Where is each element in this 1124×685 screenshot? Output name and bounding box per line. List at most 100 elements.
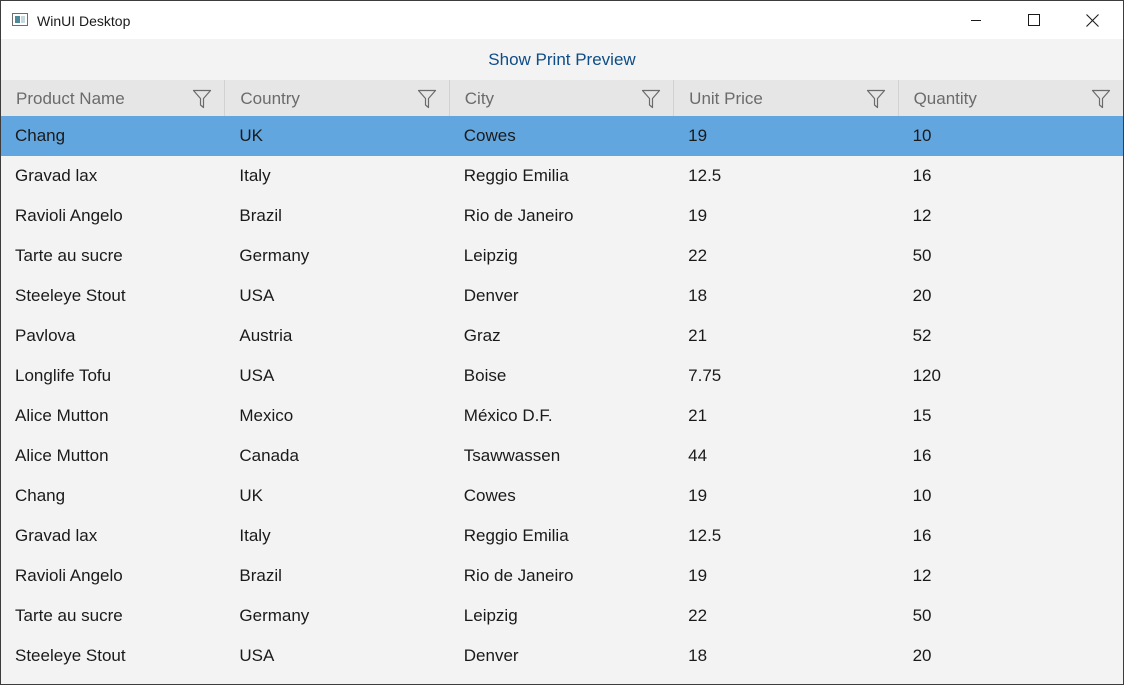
table-cell[interactable]: 15 xyxy=(899,396,1123,436)
table-cell[interactable]: 44 xyxy=(674,436,898,476)
table-cell[interactable]: 20 xyxy=(899,636,1123,676)
table-cell[interactable]: Tsawwassen xyxy=(450,436,674,476)
table-cell[interactable]: UK xyxy=(225,476,449,516)
column-header[interactable]: Product Name xyxy=(1,80,226,116)
table-cell[interactable]: México D.F. xyxy=(450,396,674,436)
filter-icon[interactable] xyxy=(192,89,212,109)
table-cell[interactable]: Chang xyxy=(1,476,225,516)
table-cell[interactable]: 7.75 xyxy=(674,356,898,396)
table-cell[interactable]: 16 xyxy=(899,436,1123,476)
table-cell[interactable]: 12 xyxy=(899,556,1123,596)
maximize-button[interactable] xyxy=(1005,1,1063,39)
table-row[interactable]: Gravad lax Italy Reggio Emilia 12.5 16 xyxy=(1,516,1123,556)
table-cell[interactable]: Germany xyxy=(225,596,449,636)
table-cell[interactable]: 120 xyxy=(899,356,1123,396)
table-cell[interactable]: Steeleye Stout xyxy=(1,276,225,316)
table-row[interactable]: Pavlova Austria Graz 21 52 xyxy=(1,316,1123,356)
table-row[interactable]: Tarte au sucre Germany Leipzig 22 50 xyxy=(1,596,1123,636)
table-row[interactable]: Steeleye Stout USA Denver 18 20 xyxy=(1,276,1123,316)
table-cell[interactable]: 52 xyxy=(899,316,1123,356)
table-cell[interactable]: Italy xyxy=(225,516,449,556)
table-cell[interactable]: 19 xyxy=(674,556,898,596)
table-row[interactable]: Longlife Tofu USA Boise 7.75 120 xyxy=(1,356,1123,396)
table-cell[interactable]: 19 xyxy=(674,116,898,156)
column-header[interactable]: Quantity xyxy=(899,80,1123,116)
table-row[interactable]: Tarte au sucre Germany Leipzig 22 50 xyxy=(1,236,1123,276)
table-cell[interactable]: Steeleye Stout xyxy=(1,636,225,676)
table-cell[interactable]: UK xyxy=(225,116,449,156)
minimize-button[interactable] xyxy=(947,1,1005,39)
table-cell[interactable]: 12.5 xyxy=(674,156,898,196)
table-cell[interactable]: Reggio Emilia xyxy=(450,516,674,556)
column-header[interactable]: Country xyxy=(225,80,450,116)
table-cell[interactable]: 50 xyxy=(899,236,1123,276)
filter-icon[interactable] xyxy=(417,89,437,109)
table-cell[interactable]: Rio de Janeiro xyxy=(450,556,674,596)
table-cell[interactable]: 10 xyxy=(899,476,1123,516)
table-cell[interactable]: 16 xyxy=(899,156,1123,196)
table-cell[interactable]: Tarte au sucre xyxy=(1,596,225,636)
table-cell[interactable]: Austria xyxy=(225,316,449,356)
table-cell[interactable]: 19 xyxy=(674,196,898,236)
table-row[interactable]: Gravad lax Italy Reggio Emilia 12.5 16 xyxy=(1,156,1123,196)
table-row[interactable]: Steeleye Stout USA Denver 18 20 xyxy=(1,636,1123,676)
table-cell[interactable]: Leipzig xyxy=(450,596,674,636)
table-cell[interactable]: Alice Mutton xyxy=(1,436,225,476)
table-cell[interactable]: USA xyxy=(225,276,449,316)
table-cell[interactable]: 12 xyxy=(899,196,1123,236)
table-cell[interactable]: Gravad lax xyxy=(1,516,225,556)
table-cell[interactable]: Canada xyxy=(225,436,449,476)
table-cell[interactable]: Longlife Tofu xyxy=(1,356,225,396)
table-cell[interactable]: 12.5 xyxy=(674,516,898,556)
table-cell[interactable]: Denver xyxy=(450,276,674,316)
column-header[interactable]: City xyxy=(450,80,675,116)
table-cell[interactable]: USA xyxy=(225,356,449,396)
table-cell[interactable]: Chang xyxy=(1,116,225,156)
table-cell[interactable]: Brazil xyxy=(225,556,449,596)
column-header[interactable]: Unit Price xyxy=(674,80,899,116)
table-cell[interactable]: 20 xyxy=(899,276,1123,316)
table-cell[interactable]: Boise xyxy=(450,356,674,396)
table-cell[interactable]: Pavlova xyxy=(1,316,225,356)
table-row[interactable]: Ravioli Angelo Brazil Rio de Janeiro 19 12 xyxy=(1,556,1123,596)
table-row[interactable]: Ravioli Angelo Brazil Rio de Janeiro 19 12 xyxy=(1,196,1123,236)
table-cell[interactable]: Leipzig xyxy=(450,236,674,276)
table-cell[interactable]: 16 xyxy=(899,516,1123,556)
table-cell[interactable]: Cowes xyxy=(450,476,674,516)
table-row[interactable]: Chang UK Cowes 19 10 xyxy=(1,476,1123,516)
table-cell[interactable]: 22 xyxy=(674,236,898,276)
table-cell[interactable]: Brazil xyxy=(225,196,449,236)
column-header-label: Quantity xyxy=(913,89,977,108)
table-cell[interactable]: 21 xyxy=(674,316,898,356)
table-cell[interactable]: 10 xyxy=(899,116,1123,156)
table-cell[interactable]: 19 xyxy=(674,476,898,516)
table-cell[interactable]: Ravioli Angelo xyxy=(1,556,225,596)
table-cell[interactable]: Cowes xyxy=(450,116,674,156)
close-button[interactable] xyxy=(1063,1,1121,39)
table-cell[interactable]: 22 xyxy=(674,596,898,636)
table-cell[interactable]: USA xyxy=(225,636,449,676)
table-cell[interactable]: 21 xyxy=(674,396,898,436)
table-cell[interactable]: Rio de Janeiro xyxy=(450,196,674,236)
table-cell[interactable]: Mexico xyxy=(225,396,449,436)
table-cell[interactable]: Graz xyxy=(450,316,674,356)
table-row[interactable]: Alice Mutton Canada Tsawwassen 44 16 xyxy=(1,436,1123,476)
table-cell[interactable]: Ravioli Angelo xyxy=(1,196,225,236)
table-cell[interactable]: 18 xyxy=(674,636,898,676)
table-cell[interactable]: Tarte au sucre xyxy=(1,236,225,276)
title-bar[interactable]: WinUI Desktop xyxy=(1,1,1123,39)
table-row-selected[interactable]: Chang UK Cowes 19 10 xyxy=(1,116,1123,156)
table-cell[interactable]: 18 xyxy=(674,276,898,316)
show-print-preview-button[interactable]: Show Print Preview xyxy=(1,39,1123,80)
filter-icon[interactable] xyxy=(866,89,886,109)
table-cell[interactable]: Germany xyxy=(225,236,449,276)
table-cell[interactable]: Gravad lax xyxy=(1,156,225,196)
filter-icon[interactable] xyxy=(641,89,661,109)
filter-icon[interactable] xyxy=(1091,89,1111,109)
table-cell[interactable]: Reggio Emilia xyxy=(450,156,674,196)
table-cell[interactable]: 50 xyxy=(899,596,1123,636)
table-cell[interactable]: Alice Mutton xyxy=(1,396,225,436)
table-row[interactable]: Alice Mutton Mexico México D.F. 21 15 xyxy=(1,396,1123,436)
table-cell[interactable]: Italy xyxy=(225,156,449,196)
table-cell[interactable]: Denver xyxy=(450,636,674,676)
